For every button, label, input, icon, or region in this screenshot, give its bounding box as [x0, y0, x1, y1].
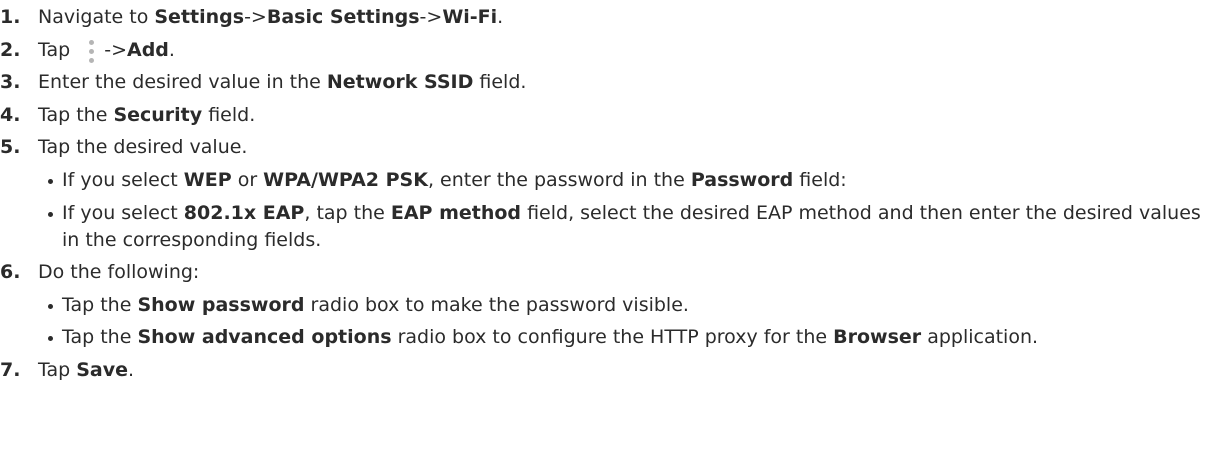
bullet-icon [47, 292, 57, 319]
bullet-icon [47, 200, 57, 254]
eap-method-label: EAP method [390, 201, 522, 224]
bullet-text: If you select 802.1x EAP, tap the EAP me… [57, 200, 1230, 254]
browser-label: Browser [833, 326, 922, 349]
step-3: 3. Enter the desired value in the Networ… [0, 69, 1230, 96]
step-number: 7. [0, 358, 21, 381]
instruction-list: 1. Navigate to Settings->Basic Settings-… [0, 0, 1230, 384]
step-6: 6. Do the following: [0, 259, 1230, 286]
add-label: Add [127, 38, 169, 61]
step-5-bullet-2: If you select 802.1x EAP, tap the EAP me… [47, 200, 1230, 254]
text-run: Enter the desired value in the [38, 71, 327, 94]
step-number: 4. [0, 103, 21, 126]
step-6-bullet-2: Tap the Show advanced options radio box … [47, 324, 1230, 351]
text-run: Tap the [62, 293, 138, 316]
text-run: . [168, 38, 175, 61]
text-run: . [497, 6, 504, 28]
bullet-text: Tap the Show password radio box to make … [57, 292, 1230, 319]
text-run: , enter the password in the [427, 168, 691, 191]
text-run: field. [202, 103, 256, 126]
step-text: Enter the desired value in the Network S… [28, 69, 1230, 96]
text-run: If you select [62, 168, 184, 191]
show-advanced-options-label: Show advanced options [137, 326, 392, 349]
step-4: 4. Tap the Security field. [0, 102, 1230, 129]
step-7: 7. Tap Save. [0, 357, 1230, 384]
step-2: 2. Tap ->Add. [0, 37, 1230, 64]
wifi-label: Wi-Fi [442, 6, 498, 28]
arrow-text: -> [244, 6, 267, 28]
text-run: , tap the [304, 201, 391, 224]
bullet-text: Tap the Show advanced options radio box … [57, 324, 1230, 351]
step-number: 5. [0, 136, 21, 159]
step-text: Do the following: [28, 259, 1230, 286]
step-5-bullet-1: If you select WEP or WPA/WPA2 PSK, enter… [47, 167, 1230, 194]
wep-label: WEP [183, 168, 232, 191]
text-run: field. [473, 71, 527, 94]
step-6-bullet-1: Tap the Show password radio box to make … [47, 292, 1230, 319]
text-run: . [128, 358, 135, 381]
step-text: Tap ->Add. [28, 37, 1230, 64]
save-label: Save [76, 358, 128, 381]
basic-settings-label: Basic Settings [266, 6, 420, 28]
text-run: field: [793, 168, 847, 191]
arrow-text: -> [419, 6, 443, 28]
step-text: Tap the Security field. [28, 102, 1230, 129]
eap-label: 802.1x EAP [183, 201, 305, 224]
step-5: 5. Tap the desired value. [0, 134, 1230, 161]
text-run: Navigate to [38, 6, 155, 28]
settings-label: Settings [154, 6, 245, 28]
bullet-text: If you select WEP or WPA/WPA2 PSK, enter… [57, 167, 1230, 194]
text-run: Tap the [62, 326, 138, 349]
text-run: Tap the desired value. [38, 136, 248, 159]
text-run: application. [921, 326, 1039, 349]
text-run: Tap [38, 358, 77, 381]
bullet-icon [47, 167, 57, 194]
step-number: 3. [0, 71, 21, 94]
text-run: If you select [62, 201, 184, 224]
step-number: 6. [0, 261, 21, 284]
text-run: Do the following: [38, 261, 200, 284]
password-label: Password [690, 168, 794, 191]
step-1: 1. Navigate to Settings->Basic Settings-… [0, 4, 1230, 31]
arrow-text: -> [104, 38, 127, 61]
step-text: Tap Save. [28, 357, 1230, 384]
text-run: or [231, 168, 264, 191]
step-text: Tap the desired value. [28, 134, 1230, 161]
step-number: 1. [0, 6, 21, 28]
security-label: Security [113, 103, 203, 126]
network-ssid-label: Network SSID [326, 71, 474, 94]
text-run: Tap the [38, 103, 114, 126]
wpa-psk-label: WPA/WPA2 PSK [263, 168, 428, 191]
step-number: 2. [0, 38, 21, 61]
text-run: radio box to make the password visible. [304, 293, 689, 316]
show-password-label: Show password [137, 293, 305, 316]
bullet-icon [47, 324, 57, 351]
more-vert-icon [84, 38, 98, 64]
text-run: Tap [38, 38, 77, 61]
step-text: Navigate to Settings->Basic Settings->Wi… [28, 4, 1230, 31]
text-run: radio box to configure the HTTP proxy fo… [391, 326, 834, 349]
